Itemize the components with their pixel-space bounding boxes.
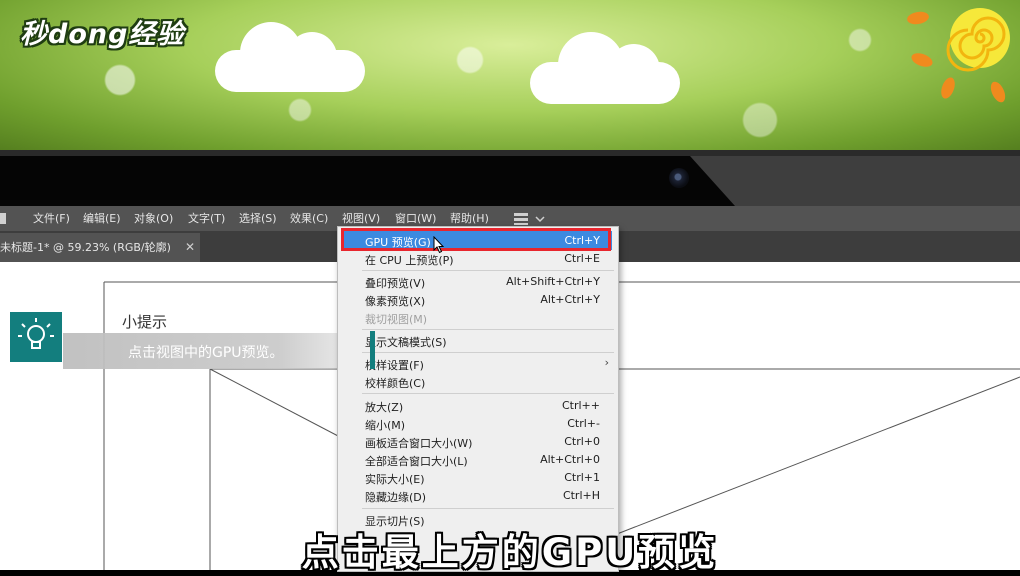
document-tab[interactable]: 未标题-1* @ 59.23% (RGB/轮廓) ✕ bbox=[0, 233, 200, 262]
menu-separator bbox=[362, 393, 614, 394]
tip-text: 点击视图中的GPU预览。 bbox=[128, 345, 284, 361]
annotation-highlight-box bbox=[341, 228, 611, 251]
menu-item-fit-all[interactable]: 全部适合窗口大小(L) Alt+Ctrl+0 bbox=[338, 451, 618, 469]
menu-item-pixel-preview[interactable]: 像素预览(X) Alt+Ctrl+Y bbox=[338, 291, 618, 309]
menu-item-zoom-in[interactable]: 放大(Z) Ctrl++ bbox=[338, 397, 618, 415]
home-icon[interactable] bbox=[0, 213, 6, 224]
menu-item-proof-colors[interactable]: 校样颜色(C) bbox=[338, 373, 618, 391]
menu-separator bbox=[362, 508, 614, 509]
monitor-bezel bbox=[0, 150, 1020, 206]
site-logo: 秒dong经验 bbox=[20, 19, 185, 50]
menu-effect[interactable]: 效果(C) bbox=[290, 206, 328, 231]
menu-item-trim-view[interactable]: 裁切视图(M) bbox=[338, 309, 618, 327]
decorative-banner: 秒dong经验 bbox=[0, 0, 1020, 150]
close-icon[interactable]: ✕ bbox=[185, 233, 195, 262]
menu-object[interactable]: 对象(O) bbox=[134, 206, 173, 231]
menu-type[interactable]: 文字(T) bbox=[188, 206, 225, 231]
menu-separator bbox=[362, 270, 614, 271]
workspace-switcher-icon[interactable] bbox=[514, 213, 546, 225]
menu-edit[interactable]: 编辑(E) bbox=[83, 206, 121, 231]
lightbulb-icon bbox=[10, 312, 62, 362]
cursor-icon bbox=[433, 236, 445, 254]
menu-select[interactable]: 选择(S) bbox=[239, 206, 277, 231]
menu-item-overprint-preview[interactable]: 叠印预览(V) Alt+Shift+Ctrl+Y bbox=[338, 273, 618, 291]
view-menu-dropdown: GPU 预览(G) Ctrl+Y 在 CPU 上预览(P) Ctrl+E 叠印预… bbox=[337, 226, 619, 572]
menu-item-proof-setup[interactable]: 校样设置(F) › bbox=[338, 355, 618, 373]
menu-item-cpu-preview[interactable]: 在 CPU 上预览(P) Ctrl+E bbox=[338, 250, 618, 268]
bezel-slant bbox=[690, 156, 1020, 206]
menu-item-zoom-out[interactable]: 缩小(M) Ctrl+- bbox=[338, 415, 618, 433]
chevron-right-icon: › bbox=[604, 356, 609, 369]
menu-item-fit-artboard[interactable]: 画板适合窗口大小(W) Ctrl+0 bbox=[338, 433, 618, 451]
webcam-icon bbox=[669, 168, 689, 188]
video-subtitle: 点击最上方的GPU预览 bbox=[301, 531, 719, 574]
bezel-edge bbox=[0, 150, 1020, 156]
menu-separator bbox=[362, 352, 614, 353]
menu-separator bbox=[362, 329, 614, 330]
tip-title: 小提示 bbox=[122, 313, 168, 331]
document-tab-label: 未标题-1* @ 59.23% (RGB/轮廓) bbox=[0, 241, 171, 254]
tip-accent-bar bbox=[370, 331, 375, 369]
menu-item-hide-edges[interactable]: 隐藏边缘(D) Ctrl+H bbox=[338, 487, 618, 505]
menu-file[interactable]: 文件(F) bbox=[33, 206, 70, 231]
cloud-graphic bbox=[530, 32, 680, 104]
menu-item-presentation-mode[interactable]: 显示文稿模式(S) bbox=[338, 332, 618, 350]
sun-icon bbox=[907, 8, 1010, 103]
cloud-graphic bbox=[215, 22, 365, 92]
menu-item-actual-size[interactable]: 实际大小(E) Ctrl+1 bbox=[338, 469, 618, 487]
